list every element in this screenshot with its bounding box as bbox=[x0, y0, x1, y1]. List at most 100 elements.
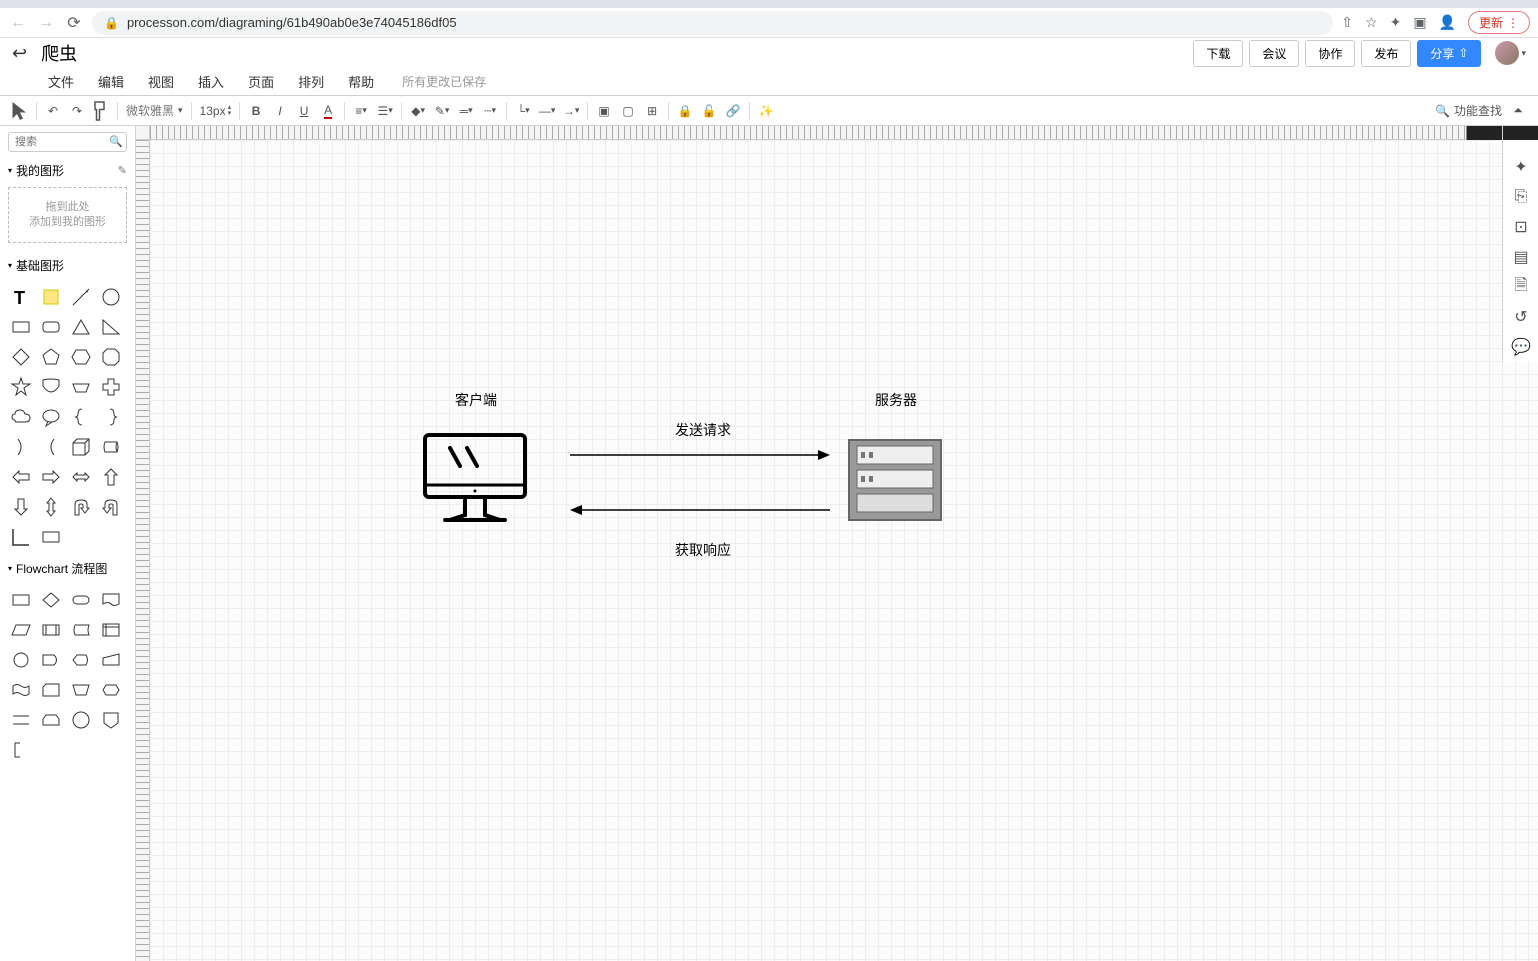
shape-pentagon[interactable] bbox=[36, 342, 66, 372]
connector-end-icon[interactable]: →▾ bbox=[559, 99, 583, 123]
shape-cube[interactable] bbox=[66, 432, 96, 462]
font-family-select[interactable]: 微软雅黑 ▾ bbox=[122, 102, 187, 119]
history-icon[interactable]: ↺ bbox=[1503, 302, 1538, 332]
download-button[interactable]: 下载 bbox=[1193, 40, 1243, 67]
arrow-send-request[interactable] bbox=[565, 445, 835, 465]
section-flowchart[interactable]: ▾ Flowchart 流程图 bbox=[0, 556, 135, 581]
shape-diamond[interactable] bbox=[6, 342, 36, 372]
shape-server[interactable] bbox=[845, 436, 945, 524]
ruler-horizontal[interactable] bbox=[150, 126, 1538, 140]
shape-arrow-right[interactable] bbox=[36, 462, 66, 492]
shape-arrow-updown[interactable] bbox=[36, 492, 66, 522]
edit-icon[interactable]: ✎ bbox=[118, 164, 127, 177]
menu-arrange[interactable]: 排列 bbox=[286, 68, 336, 95]
shape-cloud[interactable] bbox=[6, 402, 36, 432]
link-icon[interactable]: 🔗 bbox=[721, 99, 745, 123]
menu-page[interactable]: 页面 bbox=[236, 68, 286, 95]
bold-icon[interactable]: B bbox=[244, 99, 268, 123]
fc-document[interactable] bbox=[96, 585, 126, 615]
page-icon[interactable]: 🗎 bbox=[1503, 272, 1538, 302]
ruler-vertical[interactable] bbox=[136, 140, 150, 961]
magic-icon[interactable]: ✨ bbox=[754, 99, 778, 123]
shape-arrow-both[interactable] bbox=[66, 462, 96, 492]
shape-shield[interactable] bbox=[36, 372, 66, 402]
navigator-icon[interactable]: ✦ bbox=[1503, 152, 1538, 182]
shape-brace-left[interactable] bbox=[66, 402, 96, 432]
menu-insert[interactable]: 插入 bbox=[186, 68, 236, 95]
lock-icon[interactable]: 🔒 bbox=[673, 99, 697, 123]
fc-off-page[interactable] bbox=[96, 705, 126, 735]
shape-trapezoid[interactable] bbox=[66, 372, 96, 402]
fc-annotation[interactable] bbox=[6, 735, 36, 765]
search-icon[interactable]: 🔍 bbox=[109, 135, 123, 148]
fc-on-page[interactable] bbox=[66, 705, 96, 735]
document-title[interactable]: 爬虫 bbox=[41, 40, 77, 66]
fc-decision[interactable] bbox=[36, 585, 66, 615]
user-menu[interactable]: ▾ bbox=[1487, 41, 1526, 65]
format-painter-icon[interactable] bbox=[89, 99, 113, 123]
feature-search[interactable]: 🔍 功能查找 bbox=[1435, 102, 1502, 119]
shape-cross[interactable] bbox=[96, 372, 126, 402]
share-button[interactable]: 分享 ⇧ bbox=[1417, 40, 1481, 67]
arrow-get-response[interactable] bbox=[565, 500, 835, 520]
shape-arrow-left[interactable] bbox=[6, 462, 36, 492]
align-icon[interactable]: ≡▾ bbox=[349, 99, 373, 123]
shape-speech[interactable] bbox=[36, 402, 66, 432]
cursor-tool-icon[interactable] bbox=[8, 99, 32, 123]
collab-button[interactable]: 协作 bbox=[1305, 40, 1355, 67]
fc-stored-data[interactable] bbox=[66, 615, 96, 645]
italic-icon[interactable]: I bbox=[268, 99, 292, 123]
shape-paren-right[interactable] bbox=[6, 432, 36, 462]
label-server[interactable]: 服务器 bbox=[875, 390, 917, 410]
share-page-icon[interactable]: ⇧ bbox=[1341, 14, 1353, 31]
redo-icon[interactable]: ↷ bbox=[65, 99, 89, 123]
fc-delay[interactable] bbox=[36, 645, 66, 675]
shape-triangle[interactable] bbox=[66, 312, 96, 342]
undo-icon[interactable]: ↶ bbox=[41, 99, 65, 123]
shape-rect[interactable] bbox=[6, 312, 36, 342]
fc-tape[interactable] bbox=[6, 675, 36, 705]
shape-uturn-right[interactable] bbox=[96, 492, 126, 522]
shape-line[interactable] bbox=[66, 282, 96, 312]
section-basic-shapes[interactable]: ▾ 基础图形 bbox=[0, 253, 135, 278]
browser-forward-icon[interactable]: → bbox=[36, 13, 56, 33]
canvas[interactable]: 客户端 服务器 发送请求 获取响应 bbox=[150, 140, 1538, 961]
browser-reload-icon[interactable]: ⟳ bbox=[64, 13, 84, 33]
shape-frame[interactable] bbox=[36, 522, 66, 552]
menu-file[interactable]: 文件 bbox=[36, 68, 86, 95]
fc-process[interactable] bbox=[6, 585, 36, 615]
shape-hexagon[interactable] bbox=[66, 342, 96, 372]
meeting-button[interactable]: 会议 bbox=[1249, 40, 1299, 67]
line-width-icon[interactable]: ═▾ bbox=[454, 99, 478, 123]
shape-corner[interactable] bbox=[6, 522, 36, 552]
fc-loop-limit[interactable] bbox=[36, 705, 66, 735]
shape-octagon[interactable] bbox=[96, 342, 126, 372]
profile-icon[interactable]: 👤 bbox=[1439, 14, 1456, 31]
panel-icon[interactable]: ▣ bbox=[1413, 14, 1426, 31]
line-color-icon[interactable]: ✎▾ bbox=[430, 99, 454, 123]
fc-predefined[interactable] bbox=[36, 615, 66, 645]
shape-cylinder-h[interactable] bbox=[96, 432, 126, 462]
menu-edit[interactable]: 编辑 bbox=[86, 68, 136, 95]
send-back-icon[interactable]: ▢ bbox=[616, 99, 640, 123]
shape-star[interactable] bbox=[6, 372, 36, 402]
collapse-panel-icon[interactable]: ⏶ bbox=[1506, 99, 1530, 123]
shape-text[interactable]: T bbox=[6, 282, 36, 312]
comment-icon[interactable]: 💬 bbox=[1503, 332, 1538, 362]
crop-icon[interactable]: ⊡ bbox=[1503, 212, 1538, 242]
fc-terminator[interactable] bbox=[66, 585, 96, 615]
shape-paren-left[interactable] bbox=[36, 432, 66, 462]
font-size-select[interactable]: 13px ▴▾ bbox=[196, 104, 236, 118]
fc-internal-storage[interactable] bbox=[96, 615, 126, 645]
section-my-shapes[interactable]: ▾ 我的图形 ✎ bbox=[0, 158, 135, 183]
list-icon[interactable]: ☰▾ bbox=[373, 99, 397, 123]
fill-color-icon[interactable]: ◆▾ bbox=[406, 99, 430, 123]
label-get-response[interactable]: 获取响应 bbox=[675, 540, 731, 560]
outline-icon[interactable]: ⎘ bbox=[1503, 182, 1538, 212]
line-style-icon[interactable]: ┄▾ bbox=[478, 99, 502, 123]
my-shapes-dropzone[interactable]: 拖到此处 添加到我的图形 bbox=[8, 187, 127, 243]
label-send-request[interactable]: 发送请求 bbox=[675, 420, 731, 440]
shape-arrow-up[interactable] bbox=[96, 462, 126, 492]
back-arrow-icon[interactable]: ↩ bbox=[12, 43, 27, 64]
fc-display[interactable] bbox=[66, 645, 96, 675]
